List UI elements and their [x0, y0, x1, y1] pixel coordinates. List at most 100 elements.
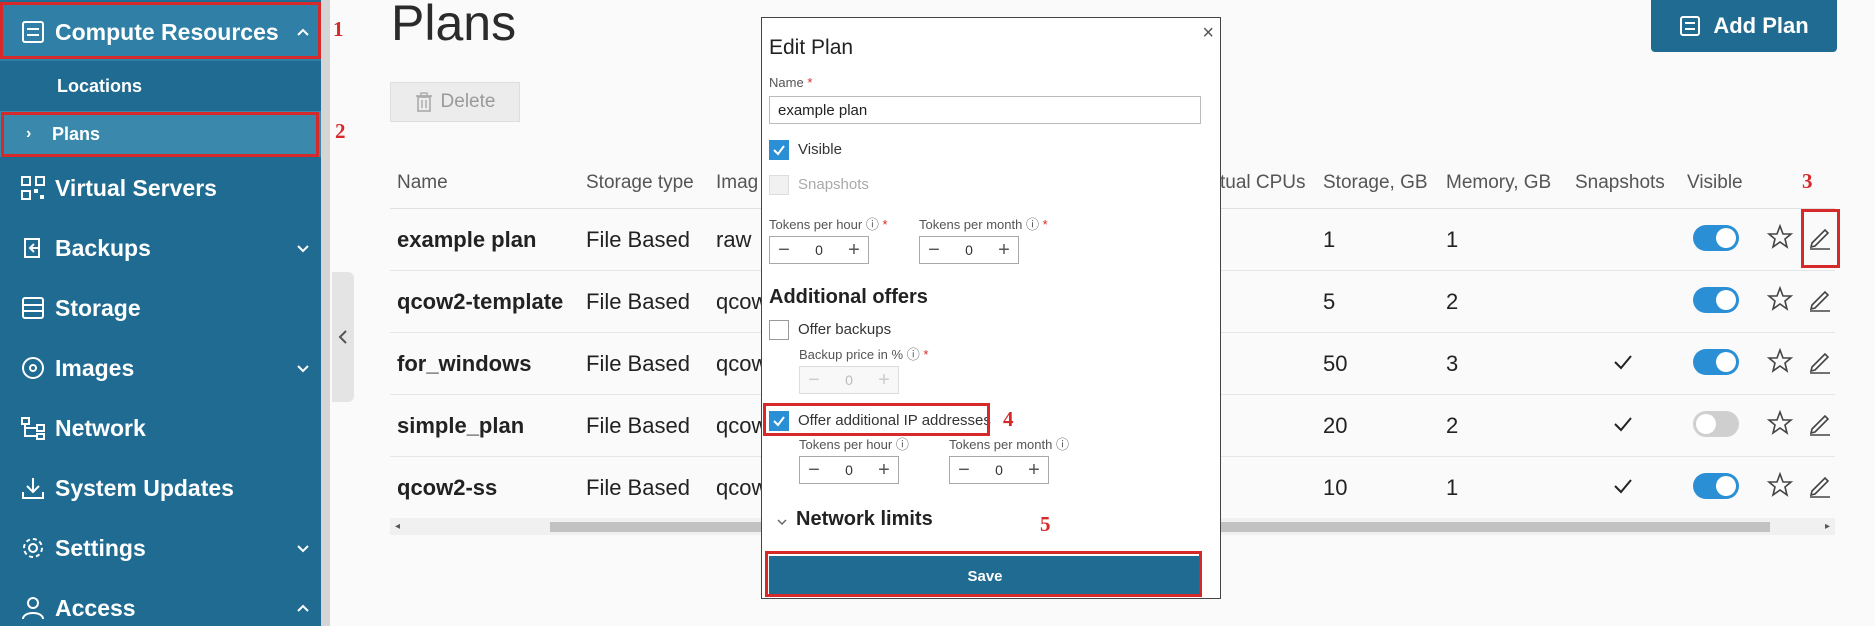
minus-icon[interactable]: − [950, 459, 978, 482]
edit-pencil-icon[interactable] [1806, 285, 1834, 313]
sidebar-subitem-locations[interactable]: Locations [0, 63, 321, 109]
ip-tokens-per-hour-stepper[interactable]: − 0 + [799, 456, 899, 484]
offer-ip-checkbox[interactable] [769, 411, 789, 431]
column-header-storage-type[interactable]: Storage type [586, 172, 694, 194]
plan-name-input[interactable] [769, 96, 1201, 124]
storage-type-cell: File Based [586, 289, 690, 314]
edit-pencil-icon[interactable] [1806, 471, 1834, 499]
plus-icon[interactable]: + [1020, 459, 1048, 482]
plus-icon[interactable]: + [870, 369, 898, 392]
scroll-left-arrow-icon[interactable]: ◂ [395, 521, 400, 532]
required-mark: * [923, 347, 929, 362]
column-header-virtual-cpus[interactable]: tual CPUs [1220, 172, 1306, 194]
visible-label: Visible [798, 141, 842, 158]
sidebar-collapse-handle[interactable] [332, 272, 354, 402]
edit-pencil-icon[interactable] [1806, 347, 1834, 375]
plus-icon[interactable]: + [990, 239, 1018, 262]
sidebar-item-storage[interactable]: Storage [0, 279, 321, 337]
star-icon[interactable] [1766, 347, 1794, 375]
edit-pencil-icon[interactable] [1806, 409, 1834, 437]
backup-price-stepper[interactable]: − 0 + [799, 366, 899, 394]
checkmark-icon [773, 145, 785, 156]
tokens-per-hour-label: Tokens per hour ⓘ * [769, 214, 888, 233]
chevron-down-icon[interactable] [295, 540, 311, 556]
ip-tokens-per-month-text: Tokens per month [949, 437, 1053, 452]
sidebar-item-network[interactable]: Network [0, 399, 321, 457]
disc-icon [22, 357, 44, 379]
column-header-image[interactable]: Imag [716, 172, 758, 194]
ip-tokens-per-month-stepper[interactable]: − 0 + [949, 456, 1049, 484]
edit-plan-dialog: × Edit Plan Name * Visible Snapshots Tok… [761, 17, 1221, 599]
plan-name-cell[interactable]: example plan [397, 227, 536, 253]
plan-name-cell[interactable]: for_windows [397, 351, 531, 377]
sidebar-subitem-plans[interactable]: › Plans [0, 111, 321, 157]
page-title: Plans [391, 0, 517, 51]
sidebar-item-access[interactable]: Access [0, 579, 321, 626]
tokens-per-month-stepper[interactable]: − 0 + [919, 236, 1019, 264]
storage-type-cell: File Based [586, 351, 690, 376]
visible-toggle[interactable] [1693, 473, 1739, 499]
plan-name-cell[interactable]: simple_plan [397, 413, 524, 439]
stepper-value[interactable]: 0 [845, 462, 853, 478]
save-button[interactable]: Save [769, 556, 1201, 596]
chevron-up-icon[interactable] [295, 24, 311, 40]
sidebar-item-virtual-servers[interactable]: Virtual Servers [0, 159, 321, 217]
edit-pencil-icon[interactable] [1806, 223, 1834, 251]
name-label-text: Name [769, 75, 804, 90]
info-icon: ⓘ [1055, 437, 1069, 452]
stepper-value[interactable]: 0 [995, 462, 1003, 478]
close-icon[interactable]: × [1202, 22, 1214, 45]
download-icon [22, 478, 44, 499]
sidebar-item-label: Virtual Servers [55, 174, 217, 201]
stepper-value[interactable]: 0 [965, 242, 973, 258]
visible-toggle[interactable] [1693, 411, 1739, 437]
stepper-value[interactable]: 0 [845, 372, 853, 388]
visible-toggle[interactable] [1693, 287, 1739, 313]
sidebar-item-backups[interactable]: Backups [0, 219, 321, 277]
storage-type-cell: File Based [586, 227, 690, 252]
star-icon[interactable] [1766, 223, 1794, 251]
plus-icon[interactable]: + [870, 459, 898, 482]
visible-checkbox[interactable] [769, 140, 789, 160]
snapshot-check-icon [1614, 417, 1632, 432]
chevron-up-icon[interactable] [295, 600, 311, 616]
sidebar-scrollbar[interactable] [321, 0, 330, 626]
offer-backups-label: Offer backups [798, 321, 892, 338]
chevron-right-icon: › [26, 125, 32, 142]
column-header-visible[interactable]: Visible [1687, 172, 1743, 194]
column-header-name[interactable]: Name [397, 172, 448, 194]
sidebar-item-images[interactable]: Images [0, 339, 321, 397]
column-header-memory[interactable]: Memory, GB [1446, 172, 1551, 194]
sidebar-item-label: Settings [55, 534, 146, 561]
scroll-right-arrow-icon[interactable]: ▸ [1825, 521, 1830, 532]
minus-icon[interactable]: − [800, 459, 828, 482]
stepper-value[interactable]: 0 [815, 242, 823, 258]
column-header-storage[interactable]: Storage, GB [1323, 172, 1428, 194]
snapshots-checkbox[interactable] [769, 175, 789, 195]
chevron-down-icon[interactable] [295, 240, 311, 256]
minus-icon[interactable]: − [800, 369, 828, 392]
ip-tokens-per-hour-label: Tokens per hour ⓘ [799, 434, 909, 453]
backup-icon [24, 238, 40, 258]
offer-backups-checkbox[interactable] [769, 320, 789, 340]
star-icon[interactable] [1766, 285, 1794, 313]
visible-toggle[interactable] [1693, 349, 1739, 375]
plan-name-cell[interactable]: qcow2-template [397, 289, 563, 315]
info-icon: ⓘ [906, 347, 920, 362]
chevron-down-icon[interactable] [295, 360, 311, 376]
info-icon: ⓘ [1025, 217, 1039, 232]
plus-icon[interactable]: + [840, 239, 868, 262]
star-icon[interactable] [1766, 409, 1794, 437]
minus-icon[interactable]: − [920, 239, 948, 262]
column-header-snapshots[interactable]: Snapshots [1575, 172, 1665, 194]
visible-toggle[interactable] [1693, 225, 1739, 251]
star-icon[interactable] [1766, 471, 1794, 499]
add-plan-button[interactable]: Add Plan [1651, 0, 1837, 52]
delete-button[interactable]: Delete [390, 82, 520, 122]
sidebar-item-compute-resources[interactable]: Compute Resources [0, 3, 321, 61]
sidebar-item-settings[interactable]: Settings [0, 519, 321, 577]
minus-icon[interactable]: − [770, 239, 798, 262]
plan-name-cell[interactable]: qcow2-ss [397, 475, 497, 501]
tokens-per-hour-stepper[interactable]: − 0 + [769, 236, 869, 264]
sidebar-item-system-updates[interactable]: System Updates [0, 459, 321, 517]
